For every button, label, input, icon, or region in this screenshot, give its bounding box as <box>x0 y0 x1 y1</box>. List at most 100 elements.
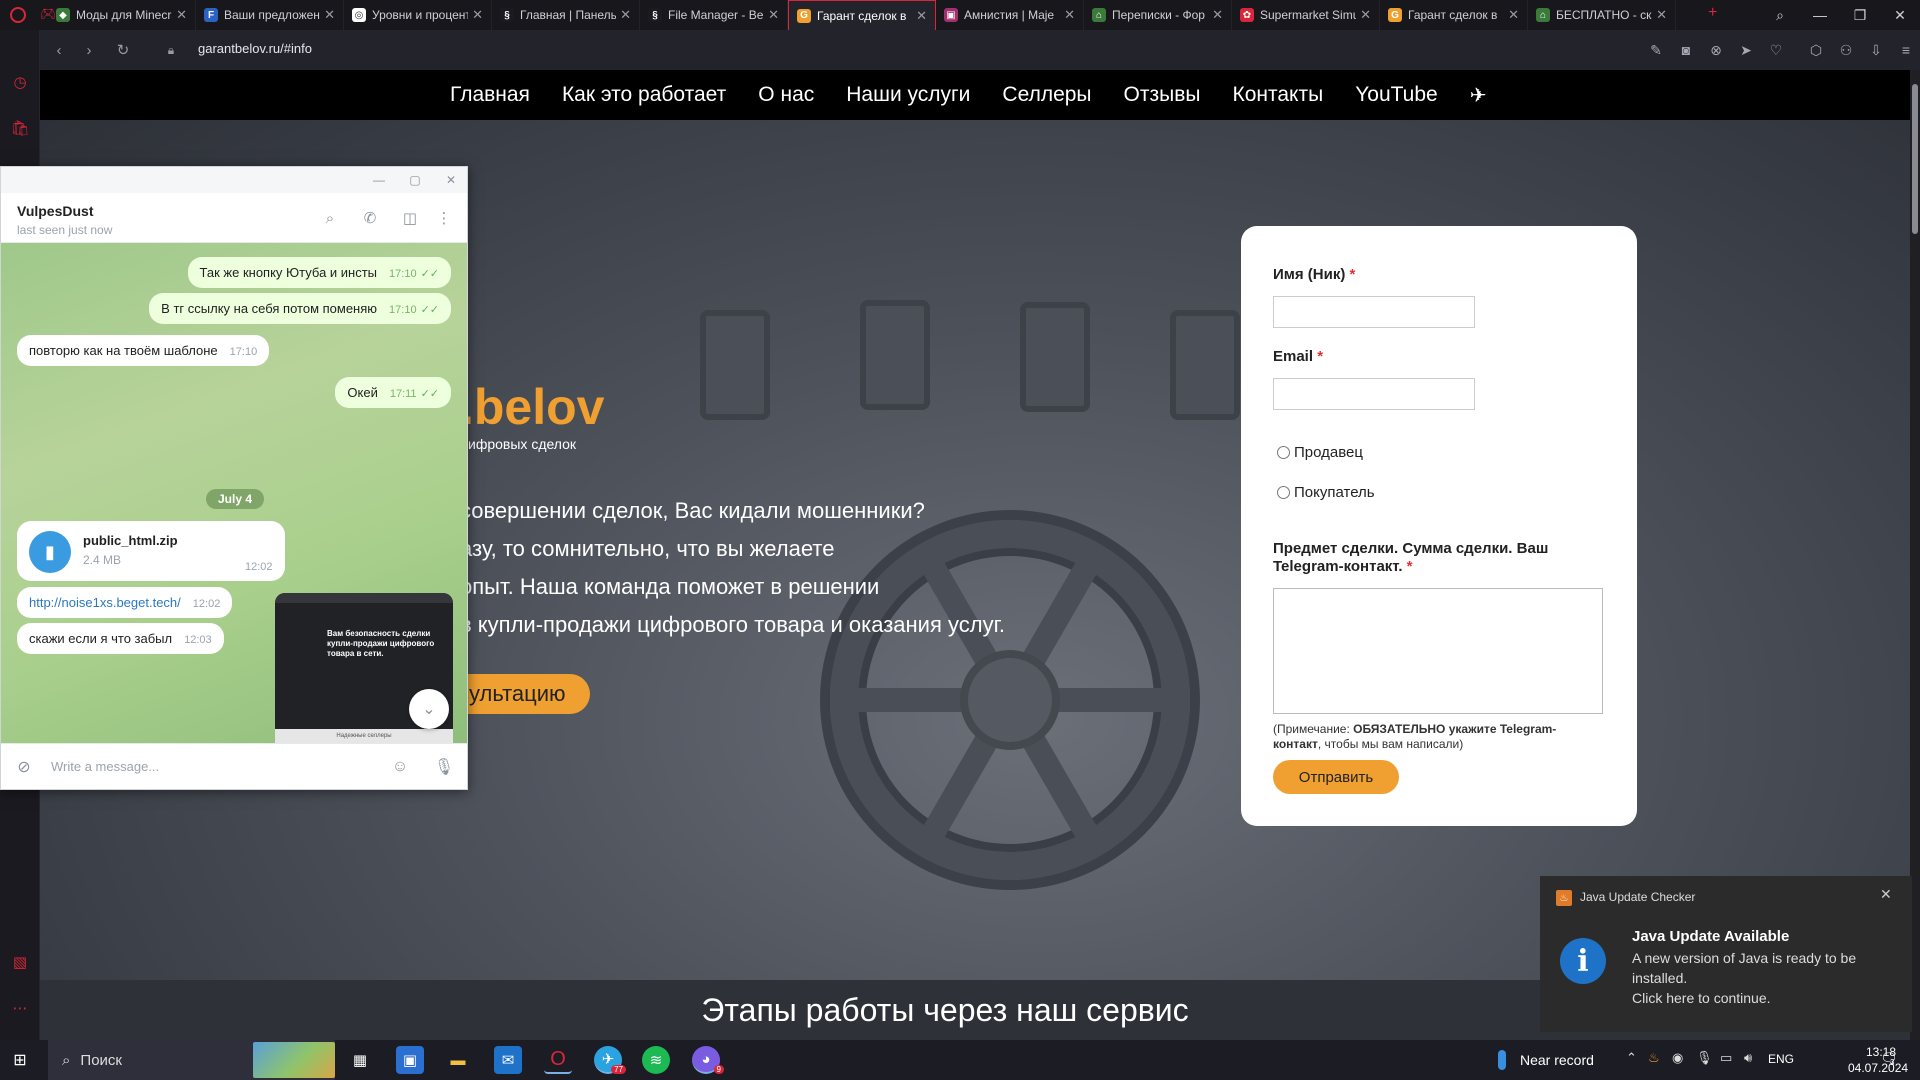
browser-tab[interactable]: ▣ Амнистия | Maje ✕ <box>936 0 1084 30</box>
more-vertical-icon[interactable]: ⋮ <box>433 207 455 229</box>
browser-tab[interactable]: G Гарант сделок в ✕ <box>788 0 936 30</box>
tab-close-icon[interactable]: ✕ <box>1360 7 1371 23</box>
cube-icon[interactable]: ⬡ <box>1806 40 1826 60</box>
download-icon[interactable]: ⇩ <box>1866 40 1886 60</box>
lock-icon[interactable]: 🔒︎ <box>156 35 186 65</box>
discord-icon[interactable]: ◕ 9 <box>692 1046 724 1074</box>
network-icon[interactable]: ▭ <box>1720 1050 1732 1066</box>
tg-maximize-button[interactable]: ▢ <box>405 171 425 189</box>
attach-icon[interactable]: ⊘ <box>13 756 35 778</box>
subject-textarea[interactable] <box>1273 588 1603 714</box>
telegram-taskbar-icon[interactable]: ✈ 77 <box>594 1046 626 1074</box>
tab-close-icon[interactable]: ✕ <box>176 7 187 23</box>
nav-home[interactable]: Главная <box>450 83 530 107</box>
url-field[interactable]: garantbelov.ru/#info <box>198 41 312 56</box>
heart-icon[interactable]: ♡ <box>1766 40 1786 60</box>
send-icon[interactable]: ➤ <box>1736 40 1756 60</box>
gallery-icon[interactable]: ▧ <box>8 950 32 974</box>
tab-close-icon[interactable]: ✕ <box>620 7 631 23</box>
browser-tab[interactable]: ⌂ Переписки - Фор ✕ <box>1084 0 1232 30</box>
sidebar-toggle-icon[interactable]: ◫ <box>399 207 421 229</box>
back-icon[interactable]: ‹ <box>44 35 74 65</box>
speed-dial-icon[interactable]: ◷ <box>8 70 32 94</box>
browser-tab[interactable]: F Ваши предложения ✕ <box>196 0 344 30</box>
radio-buyer[interactable]: Покупатель <box>1277 484 1375 501</box>
emoji-icon[interactable]: ☺ <box>389 756 411 778</box>
tg-minimize-button[interactable]: — <box>369 171 389 189</box>
file-explorer-icon[interactable]: ▬ <box>444 1046 472 1074</box>
browser-tab[interactable]: ◎ Уровни и процент ✕ <box>344 0 492 30</box>
spotify-icon[interactable]: ≋ <box>642 1046 670 1074</box>
message-out[interactable]: Так же кнопку Ютуба и инсты 17:10 ✓✓ <box>187 257 451 288</box>
forward-icon[interactable]: › <box>74 35 104 65</box>
shopping-icon[interactable]: 🛍︎ <box>8 116 32 140</box>
browser-tab[interactable]: ◆ Моды для Minecraft ✕ <box>48 0 196 30</box>
reload-icon[interactable]: ↻ <box>108 35 138 65</box>
nav-contacts[interactable]: Контакты <box>1232 83 1323 107</box>
message-out[interactable]: Окей 17:11 ✓✓ <box>335 377 451 408</box>
browser-tab[interactable]: § File Manager - Be ✕ <box>640 0 788 30</box>
tab-close-icon[interactable]: ✕ <box>1064 7 1075 23</box>
radio-circle[interactable] <box>1277 486 1290 499</box>
link-message[interactable]: http://noise1xs.beget.tech/12:02 <box>17 587 233 618</box>
message-in[interactable]: повторю как на твоём шаблоне 17:10 <box>17 335 270 366</box>
profile-icon[interactable]: ⚇ <box>1836 40 1856 60</box>
microphone-tray-icon[interactable]: 🎙︎ <box>1696 1050 1713 1066</box>
search-icon[interactable]: ⌕ <box>319 207 341 229</box>
nav-sellers[interactable]: Селлеры <box>1002 83 1091 107</box>
edit-icon[interactable]: ✎ <box>1646 40 1666 60</box>
chat-area[interactable]: Так же кнопку Ютуба и инсты 17:10 ✓✓ В тг … <box>1 243 467 743</box>
block-icon[interactable]: ⊗ <box>1706 40 1726 60</box>
contact-name[interactable]: VulpesDust <box>17 203 94 219</box>
submit-button[interactable]: Отправить <box>1273 760 1399 794</box>
file-icon[interactable]: ▮ <box>29 531 71 573</box>
nav-how-it-works[interactable]: Как это работает <box>562 83 726 107</box>
camera-icon[interactable]: ◙ <box>1676 40 1696 60</box>
message-out[interactable]: В тг ссылку на себя потом поменяю 17:10 ✓✓ <box>149 293 451 324</box>
tab-close-icon[interactable]: ✕ <box>1212 7 1223 23</box>
weather-widget[interactable]: Near record <box>1498 1050 1594 1070</box>
tab-close-icon[interactable]: ✕ <box>916 8 927 24</box>
phone-icon[interactable]: ✆ <box>359 207 381 229</box>
taskbar-search[interactable]: ⌕ Поиск <box>48 1040 335 1080</box>
nav-reviews[interactable]: Отзывы <box>1124 83 1201 107</box>
file-message[interactable]: ▮ public_html.zip 2.4 MB 12:02 <box>17 521 285 581</box>
menu-icon[interactable]: ≡ <box>1896 40 1916 60</box>
opera-taskbar-icon[interactable]: O <box>544 1046 572 1074</box>
tab-close-icon[interactable]: ✕ <box>1656 7 1667 23</box>
search-tabs-icon[interactable]: ⌕ <box>1760 0 1800 30</box>
tab-close-icon[interactable]: ✕ <box>1508 7 1519 23</box>
language-indicator[interactable]: ENG <box>1768 1052 1794 1066</box>
scroll-down-button[interactable]: ⌄ <box>409 689 449 729</box>
close-window-button[interactable]: ✕ <box>1880 0 1920 30</box>
browser-tab[interactable]: G Гарант сделок в ✕ <box>1380 0 1528 30</box>
java-tray-icon[interactable]: ♨ <box>1648 1050 1660 1066</box>
scrollbar-thumb[interactable] <box>1912 84 1918 234</box>
tab-close-icon[interactable]: ✕ <box>768 7 779 23</box>
nav-about[interactable]: О нас <box>758 83 814 107</box>
windows-start-icon[interactable]: ⊞ <box>10 1050 30 1070</box>
nav-youtube[interactable]: YouTube <box>1355 83 1438 107</box>
name-input[interactable] <box>1273 296 1475 328</box>
mail-icon[interactable]: ✉ <box>494 1046 522 1074</box>
java-update-notification[interactable]: ♨ Java Update Checker ✕ i Java Update Av… <box>1540 876 1912 1032</box>
microphone-icon[interactable]: 🎙︎ <box>433 756 455 778</box>
tray-chevron-icon[interactable]: ⌃ <box>1626 1050 1637 1066</box>
volume-icon[interactable]: 🔊︎ <box>1744 1050 1752 1066</box>
toast-close-button[interactable]: ✕ <box>1880 886 1892 903</box>
radio-circle[interactable] <box>1277 446 1290 459</box>
tab-close-icon[interactable]: ✕ <box>472 7 483 23</box>
telegram-icon[interactable]: ✈︎ <box>1470 83 1487 108</box>
restore-button[interactable]: ❐ <box>1840 0 1880 30</box>
opera-logo-icon[interactable] <box>10 7 26 23</box>
message-input[interactable]: Write a message... <box>51 759 159 774</box>
task-view-icon[interactable]: ▦ <box>346 1046 374 1074</box>
browser-tab[interactable]: § Главная | Панель ✕ <box>492 0 640 30</box>
browser-tab[interactable]: ⌂ БЕСПЛАТНО - ска ✕ <box>1528 0 1676 30</box>
more-icon[interactable]: ⋯ <box>8 996 32 1020</box>
radio-seller[interactable]: Продавец <box>1277 444 1363 461</box>
tray-app-icon[interactable]: ◉ <box>1672 1050 1683 1066</box>
browser-tab[interactable]: ✿ Supermarket Simu ✕ <box>1232 0 1380 30</box>
tg-close-button[interactable]: ✕ <box>441 171 461 189</box>
email-input[interactable] <box>1273 378 1475 410</box>
